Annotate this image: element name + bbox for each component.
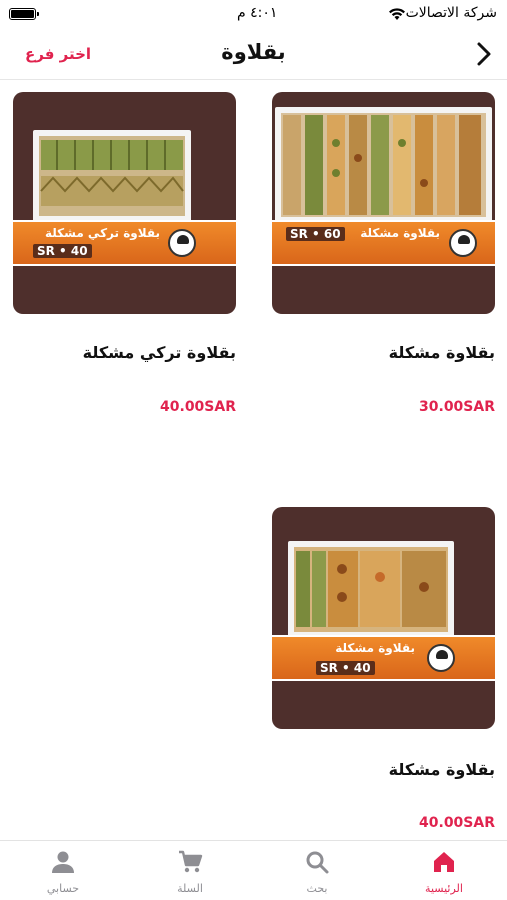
carrier-name: شركة الاتصالات	[405, 5, 497, 21]
status-bar: ٤:٠١ م شركة الاتصالات	[0, 0, 507, 28]
tab-label: حسابي	[46, 882, 80, 895]
tab-bar: الرئيسية بحث السلة حسابي	[0, 840, 507, 900]
tab-search[interactable]: بحث	[254, 841, 380, 900]
product-price: 30.00SAR	[419, 399, 495, 415]
product-name: بقلاوة تركي مشكلة	[82, 343, 236, 362]
choose-branch-button[interactable]: اختر فرع	[25, 45, 91, 63]
product-price: 40.00SAR	[419, 815, 495, 831]
cart-icon	[179, 850, 203, 873]
image-label: بقلاوة مشكلة	[335, 641, 415, 655]
image-price: SR • 40	[316, 661, 375, 675]
product-name: بقلاوة مشكلة	[388, 760, 495, 779]
tab-cart[interactable]: السلة	[127, 841, 253, 900]
tab-label: بحث	[306, 882, 328, 895]
product-card[interactable]: بقلاوة تركي مشكلة SR • 40 بقلاوة تركي مش…	[13, 92, 236, 422]
mascot-logo-icon	[449, 229, 477, 257]
product-card[interactable]: بقلاوة مشكلة SR • 40 بقلاوة مشكلة 40.00S…	[272, 507, 495, 837]
mascot-logo-icon	[168, 229, 196, 257]
image-label: بقلاوة مشكلة	[360, 226, 440, 240]
product-price: 40.00SAR	[160, 399, 236, 415]
tab-label: السلة	[177, 882, 203, 895]
image-price: SR • 40	[33, 244, 92, 258]
product-image: بقلاوة مشكلة SR • 40	[272, 507, 495, 729]
product-name: بقلاوة مشكلة	[388, 343, 495, 362]
nav-bar: بقلاوة اختر فرع	[0, 30, 507, 80]
image-price: SR • 60	[286, 227, 345, 241]
wifi-icon	[389, 8, 405, 20]
tab-label: الرئيسية	[425, 882, 463, 895]
product-image: بقلاوة مشكلة SR • 60	[272, 92, 495, 314]
search-icon	[306, 851, 329, 874]
battery-icon	[9, 8, 39, 20]
person-icon	[52, 851, 74, 873]
status-time: ٤:٠١ م	[237, 5, 278, 21]
mascot-logo-icon	[427, 644, 455, 672]
product-image: بقلاوة تركي مشكلة SR • 40	[13, 92, 236, 314]
home-icon	[434, 852, 454, 872]
tab-account[interactable]: حسابي	[0, 841, 126, 900]
image-label: بقلاوة تركي مشكلة	[44, 226, 160, 240]
tab-home[interactable]: الرئيسية	[381, 841, 507, 900]
product-card[interactable]: بقلاوة مشكلة SR • 60 بقلاوة مشكلة 30.00S…	[272, 92, 495, 422]
